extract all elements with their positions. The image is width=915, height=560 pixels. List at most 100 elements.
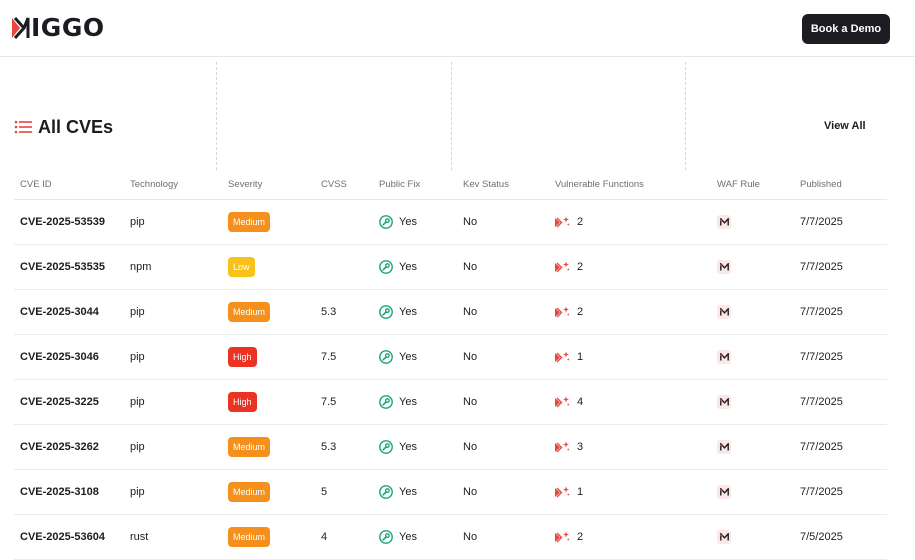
sparkle-function-icon (555, 351, 570, 362)
public-fix-value: Yes (399, 531, 417, 543)
cvss-score: 7.5 (321, 351, 337, 363)
waf-rule (717, 200, 731, 244)
technology: pip (130, 396, 145, 408)
view-all-link[interactable]: View All (824, 120, 866, 132)
public-fix-value: Yes (399, 351, 417, 363)
public-fix-value: Yes (399, 261, 417, 273)
cve-id[interactable]: CVE-2025-3046 (20, 335, 99, 379)
vulnerable-functions: 2 (555, 200, 583, 244)
cve-id[interactable]: CVE-2025-53535 (20, 245, 105, 289)
miggo-waf-icon[interactable] (717, 305, 731, 319)
vulnerable-functions: 2 (555, 290, 583, 334)
kev-status: No (463, 261, 478, 273)
published-date: 7/7/2025 (800, 396, 843, 408)
public-fix-value: Yes (399, 216, 417, 228)
severity-cell: Medium (228, 425, 271, 469)
wrench-icon (379, 215, 393, 229)
miggo-waf-icon[interactable] (717, 350, 731, 364)
miggo-logo-icon (12, 16, 30, 40)
list-icon (14, 120, 32, 134)
waf-rule (717, 290, 731, 334)
public-fix: Yes (379, 425, 417, 469)
cve-id[interactable]: CVE-2025-53539 (20, 200, 105, 244)
technology: pip (130, 306, 145, 318)
published-date: 7/7/2025 (800, 216, 843, 228)
book-demo-button[interactable]: Book a Demo (802, 14, 890, 44)
vulnerable-functions-count: 1 (577, 351, 584, 363)
vulnerable-functions-count: 3 (577, 441, 584, 453)
published-date: 7/7/2025 (800, 441, 843, 453)
dashed-divider (216, 62, 217, 170)
miggo-waf-icon[interactable] (717, 530, 731, 544)
public-fix: Yes (379, 200, 417, 244)
public-fix: Yes (379, 335, 417, 379)
wrench-icon (379, 350, 393, 364)
published-date: 7/7/2025 (800, 351, 843, 363)
column-header: CVSS (321, 179, 347, 190)
wrench-icon (379, 260, 393, 274)
table-row[interactable]: CVE-2025-3046 pip High 7.5 Yes No 1 7/7/2025 (14, 335, 887, 380)
miggo-waf-icon[interactable] (717, 440, 731, 454)
severity-cell: Medium (228, 515, 271, 559)
table-header: CVE ID Technology Severity CVSS Public Fix Ke… (14, 172, 887, 200)
cvss-score: 5.3 (321, 441, 337, 453)
dashed-divider (451, 62, 452, 170)
cve-id[interactable]: CVE-2025-3044 (20, 290, 99, 334)
kev-status: No (463, 306, 478, 318)
published-date: 7/7/2025 (800, 261, 843, 273)
waf-rule (717, 425, 731, 469)
severity-badge: Medium (228, 212, 271, 232)
vulnerable-functions: 2 (555, 245, 583, 289)
column-header: WAF Rule (717, 179, 760, 190)
miggo-waf-icon[interactable] (717, 485, 731, 499)
technology: pip (130, 216, 145, 228)
miggo-logo[interactable]: IGGO (12, 15, 105, 41)
kev-status: No (463, 396, 478, 408)
cvss-score: 5.3 (321, 306, 337, 318)
column-header: Kev Status (463, 179, 509, 190)
logo-wordmark: IGGO (31, 13, 105, 42)
cve-id[interactable]: CVE-2025-3262 (20, 425, 99, 469)
cve-id[interactable]: CVE-2025-53604 (20, 515, 105, 559)
vulnerable-functions: 3 (555, 425, 583, 469)
wrench-icon (379, 440, 393, 454)
table-row[interactable]: CVE-2025-3108 pip Medium 5 Yes No 1 7/7/2025 (14, 470, 887, 515)
table-row[interactable]: CVE-2025-53535 npm Low Yes No 2 7/7/2025 (14, 245, 887, 290)
kev-status: No (463, 486, 478, 498)
miggo-waf-icon[interactable] (717, 215, 731, 229)
table-row[interactable]: CVE-2025-3225 pip High 7.5 Yes No 4 7/7/2025 (14, 380, 887, 425)
waf-rule (717, 380, 731, 424)
table-row[interactable]: CVE-2025-53604 rust Medium 4 Yes No 2 7/5/2025 (14, 515, 887, 560)
vulnerable-functions: 2 (555, 515, 583, 559)
severity-cell: High (228, 380, 257, 424)
vulnerable-functions: 1 (555, 335, 583, 379)
severity-badge: Medium (228, 302, 271, 322)
kev-status: No (463, 216, 478, 228)
top-navigation-bar: IGGO Book a Demo (0, 0, 915, 57)
severity-badge: High (228, 347, 257, 367)
sparkle-function-icon (555, 486, 570, 497)
vulnerable-functions-count: 2 (577, 261, 584, 273)
table-body: CVE-2025-53539 pip Medium Yes No 2 7/7/2025 CVE… (14, 200, 887, 560)
public-fix: Yes (379, 515, 417, 559)
miggo-waf-icon[interactable] (717, 395, 731, 409)
cve-id[interactable]: CVE-2025-3108 (20, 470, 99, 514)
severity-badge: High (228, 392, 257, 412)
waf-rule (717, 335, 731, 379)
sparkle-function-icon (555, 396, 570, 407)
table-row[interactable]: CVE-2025-3262 pip Medium 5.3 Yes No 3 7/7/2025 (14, 425, 887, 470)
severity-badge: Low (228, 257, 255, 277)
sparkle-function-icon (555, 531, 570, 542)
public-fix: Yes (379, 245, 417, 289)
table-row[interactable]: CVE-2025-3044 pip Medium 5.3 Yes No 2 7/7/2025 (14, 290, 887, 335)
table-row[interactable]: CVE-2025-53539 pip Medium Yes No 2 7/7/2025 (14, 200, 887, 245)
public-fix: Yes (379, 380, 417, 424)
waf-rule (717, 245, 731, 289)
dashed-divider (685, 62, 686, 170)
wrench-icon (379, 530, 393, 544)
severity-cell: Medium (228, 470, 271, 514)
miggo-waf-icon[interactable] (717, 260, 731, 274)
sparkle-function-icon (555, 306, 570, 317)
cve-id[interactable]: CVE-2025-3225 (20, 380, 99, 424)
column-header: Vulnerable Functions (555, 179, 644, 190)
